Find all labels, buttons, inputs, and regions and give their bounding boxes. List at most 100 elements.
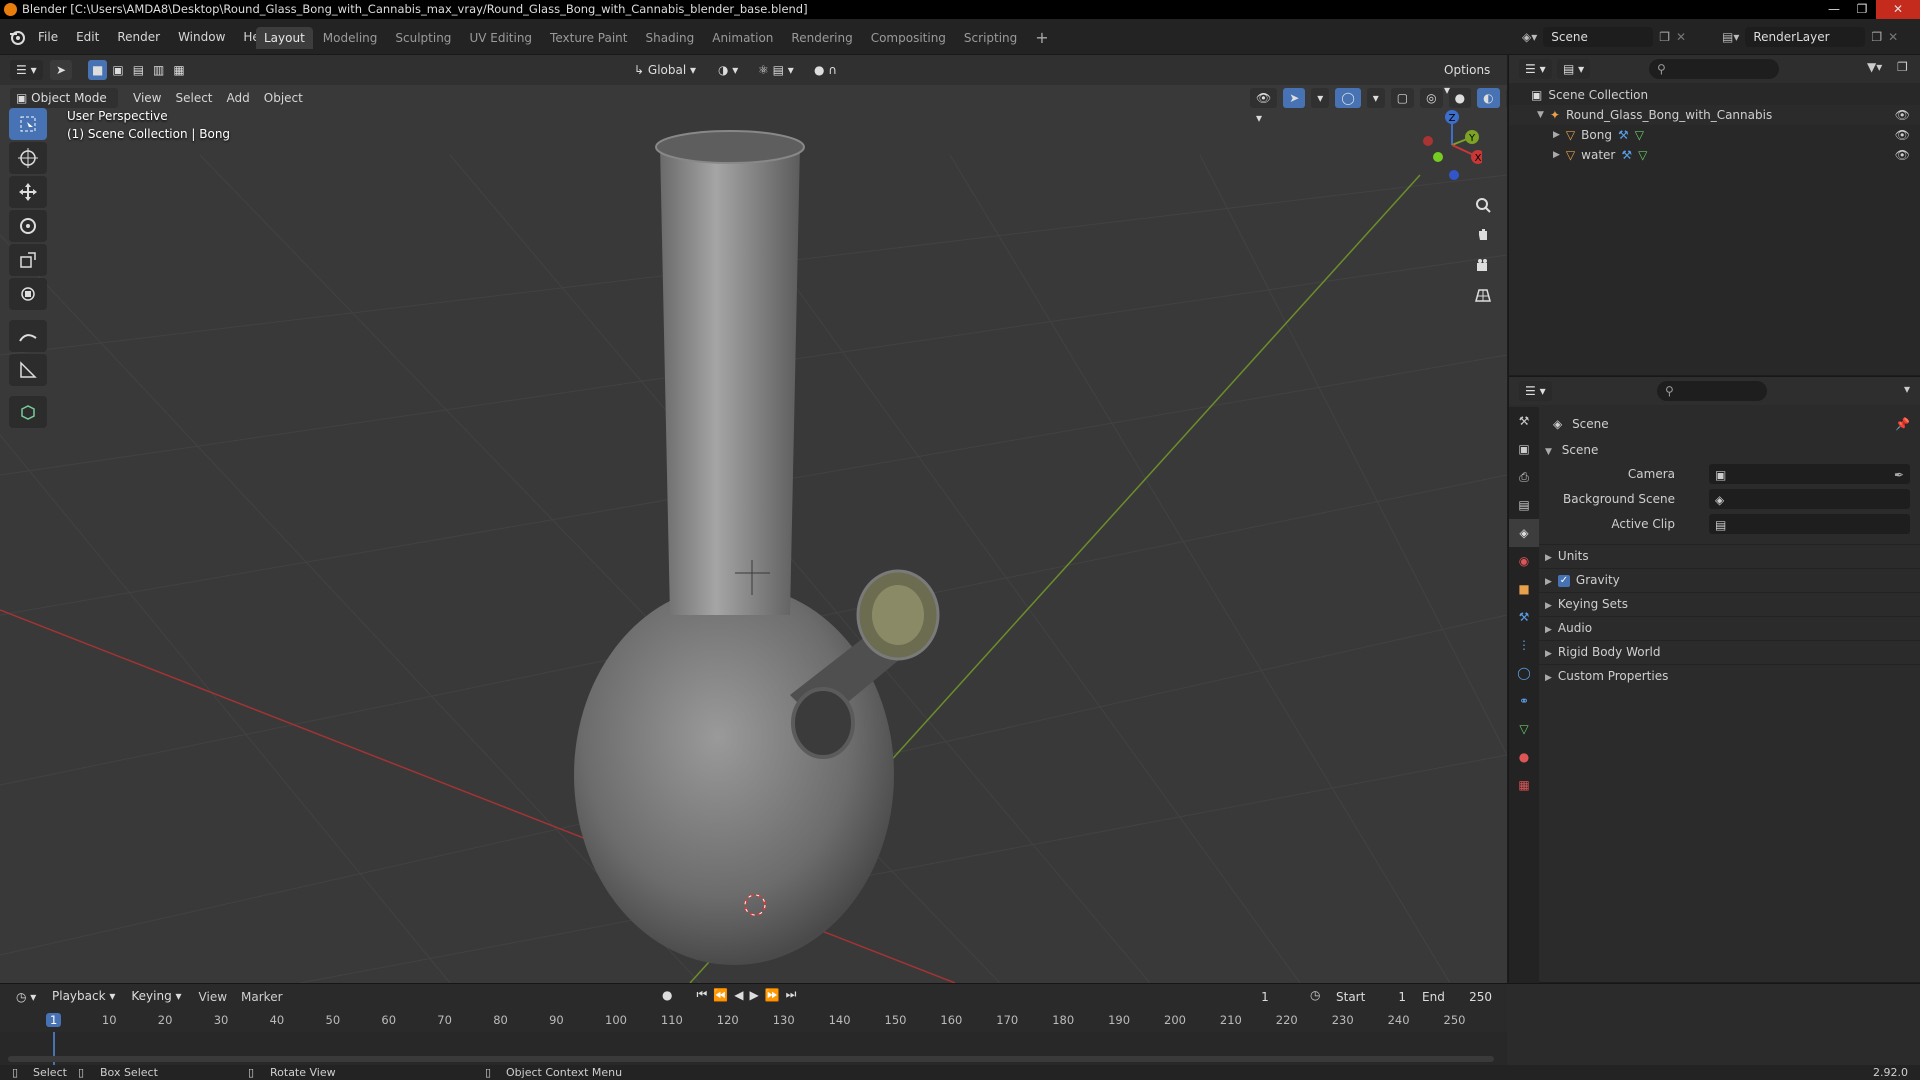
zoom-view-icon[interactable] — [1468, 191, 1498, 219]
camera-view-icon[interactable] — [1468, 251, 1498, 279]
audio-panel[interactable]: ▶ Audio — [1539, 616, 1920, 638]
tab-sculpting[interactable]: Sculpting — [387, 27, 459, 49]
timeline-menu-view[interactable]: View — [192, 986, 234, 1008]
options-dropdown[interactable]: Options ▾ — [1438, 60, 1500, 97]
jump-end-icon[interactable]: ⏭ — [786, 987, 797, 1002]
material-tab-icon[interactable]: ● — [1509, 743, 1539, 771]
pivot-point-icon[interactable]: ◑ ▾ — [712, 60, 745, 80]
select-extend-icon[interactable]: ▣ — [108, 60, 128, 80]
visibility-eye-icon[interactable]: 👁 — [1895, 105, 1910, 125]
add-workspace-button[interactable]: + — [1027, 27, 1056, 49]
outliner-search-input[interactable]: ⚲ — [1649, 59, 1779, 79]
object-tab-icon[interactable]: ■ — [1509, 575, 1539, 603]
outliner-row-bong[interactable]: ▶ ▽ Bong ⚒ ▽ 👁 — [1509, 125, 1920, 145]
tab-scripting[interactable]: Scripting — [956, 27, 1025, 49]
timeline-menu-keying[interactable]: Keying ▾ — [125, 986, 188, 1006]
tool-tab-icon[interactable]: ⚒ — [1509, 407, 1539, 435]
tab-animation[interactable]: Animation — [704, 27, 781, 49]
properties-options-icon[interactable]: ▾ — [1904, 382, 1910, 396]
tool-select-icon[interactable]: ➤ — [50, 60, 73, 80]
view-layer-tab-icon[interactable]: ▤ — [1509, 491, 1539, 519]
pin-icon[interactable]: 📌 — [1895, 413, 1910, 435]
select-box-tool-icon[interactable] — [9, 108, 47, 140]
active-clip-field[interactable]: ▤ — [1709, 514, 1910, 534]
proportional-edit-icon[interactable]: ● ∩ — [808, 60, 844, 80]
expand-arrow-icon[interactable]: ▶ — [1553, 145, 1560, 165]
menu-file[interactable]: File — [30, 27, 66, 47]
tab-layout[interactable]: Layout — [256, 27, 313, 49]
outliner-display-mode-icon[interactable]: ▤ ▾ — [1557, 59, 1591, 79]
physics-tab-icon[interactable]: ◯ — [1509, 659, 1539, 687]
new-collection-icon[interactable]: ❐ — [1897, 60, 1908, 74]
expand-arrow-icon[interactable]: ▼ — [1537, 105, 1544, 125]
pan-view-icon[interactable] — [1468, 221, 1498, 249]
scale-tool-icon[interactable] — [9, 244, 47, 276]
timeline-body[interactable] — [0, 1032, 1507, 1066]
custom-properties-panel[interactable]: ▶ Custom Properties — [1539, 664, 1920, 686]
preview-range-icon[interactable]: ◷ — [1310, 988, 1320, 1002]
viewport-menu-select[interactable]: Select — [168, 87, 219, 109]
timeline-menu-playback[interactable]: Playback ▾ — [46, 986, 122, 1006]
select-subtract-icon[interactable]: ▤ — [128, 60, 149, 80]
select-invert-icon[interactable]: ▥ — [149, 60, 169, 80]
xray-icon[interactable]: ▢ — [1390, 88, 1415, 108]
record-icon[interactable]: ● — [662, 988, 672, 1002]
gizmo-dropdown-icon[interactable]: ▾ — [1311, 88, 1330, 108]
gizmo-toggle-icon[interactable]: ➤ — [1283, 88, 1306, 108]
overlay-dropdown-icon[interactable]: ▾ — [1366, 88, 1385, 108]
expand-arrow-icon[interactable]: ▶ — [1553, 125, 1560, 145]
editor-type-icon[interactable]: ☰ ▾ — [10, 60, 43, 80]
close-button[interactable]: ✕ — [1876, 0, 1920, 19]
play-reverse-icon[interactable]: ◀ — [734, 988, 743, 1002]
properties-search-input[interactable]: ⚲ — [1657, 381, 1767, 401]
play-icon[interactable]: ▶ — [749, 988, 758, 1002]
visibility-eye-icon[interactable]: 👁 — [1895, 125, 1910, 145]
blender-logo-icon[interactable] — [8, 28, 26, 46]
camera-field[interactable]: ▣ ✒ — [1709, 464, 1910, 484]
modifier-tab-icon[interactable]: ⚒ — [1509, 603, 1539, 631]
visibility-icon[interactable]: 👁 ▾ — [1250, 88, 1278, 125]
timeline-menu-marker[interactable]: Marker — [234, 986, 289, 1008]
scene-tab-icon[interactable]: ◈ — [1509, 519, 1539, 547]
units-panel[interactable]: ▶ Units — [1539, 544, 1920, 566]
jump-keyframe-forward-icon[interactable]: ⏩ — [765, 988, 780, 1002]
end-frame-field[interactable]: End 250 — [1416, 987, 1498, 1007]
cursor-tool-icon[interactable] — [9, 142, 47, 174]
scene-name-field[interactable]: Scene — [1543, 27, 1654, 47]
current-frame-field[interactable]: 1 — [1228, 987, 1302, 1007]
jump-keyframe-back-icon[interactable]: ⏪ — [713, 988, 728, 1002]
timeline-editor-type-icon[interactable]: ◷ ▾ — [10, 987, 43, 1007]
gravity-checkbox[interactable]: ✓ — [1557, 574, 1570, 587]
tab-shading[interactable]: Shading — [637, 27, 702, 49]
measure-tool-icon[interactable] — [9, 354, 47, 386]
tab-modeling[interactable]: Modeling — [315, 27, 386, 49]
transform-orientation-dropdown[interactable]: ↳ Global ▾ — [628, 60, 706, 80]
rigid-body-world-panel[interactable]: ▶ Rigid Body World — [1539, 640, 1920, 662]
outliner-row-scene-collection[interactable]: ▣ Scene Collection — [1509, 85, 1920, 105]
viewport-menu-object[interactable]: Object — [257, 87, 310, 109]
data-tab-icon[interactable]: ▽ — [1509, 715, 1539, 743]
move-tool-icon[interactable] — [9, 176, 47, 208]
properties-editor-type-icon[interactable]: ☰ ▾ — [1519, 381, 1552, 401]
gravity-panel[interactable]: ▶ ✓ Gravity — [1539, 568, 1920, 590]
texture-tab-icon[interactable]: ▦ — [1509, 771, 1539, 799]
view-layer-icon[interactable]: ▤▾ — [1722, 30, 1739, 44]
snap-icon[interactable]: ⚛ ▤ ▾ — [752, 60, 800, 80]
keying-sets-panel[interactable]: ▶ Keying Sets — [1539, 592, 1920, 614]
jump-start-icon[interactable]: ⏮ — [696, 987, 707, 1002]
select-new-icon[interactable]: ■ — [88, 60, 108, 80]
outliner-row-water[interactable]: ▶ ▽ water ⚒ ▽ 👁 — [1509, 145, 1920, 165]
render-tab-icon[interactable]: ▣ — [1509, 435, 1539, 463]
constraints-tab-icon[interactable]: ⚭ — [1509, 687, 1539, 715]
new-view-layer-icon[interactable]: ❐ — [1871, 30, 1882, 44]
3d-viewport[interactable]: ☰ ▾ ➤ ■ ▣ ▤ ▥ ▦ ↳ Global ▾ ◑ ▾ ⚛ ▤ ▾ ● ∩… — [0, 55, 1507, 983]
viewport-menu-view[interactable]: View — [126, 87, 168, 109]
world-tab-icon[interactable]: ◉ — [1509, 547, 1539, 575]
visibility-eye-icon[interactable]: 👁 — [1895, 145, 1910, 165]
viewport-menu-add[interactable]: Add — [220, 87, 257, 109]
scene-panel-header[interactable]: ▼ Scene — [1539, 439, 1920, 461]
new-scene-icon[interactable]: ❐ — [1659, 30, 1670, 44]
remove-scene-icon[interactable]: ✕ — [1676, 30, 1686, 44]
ortho-toggle-icon[interactable] — [1468, 281, 1498, 309]
rotate-tool-icon[interactable] — [9, 210, 47, 242]
